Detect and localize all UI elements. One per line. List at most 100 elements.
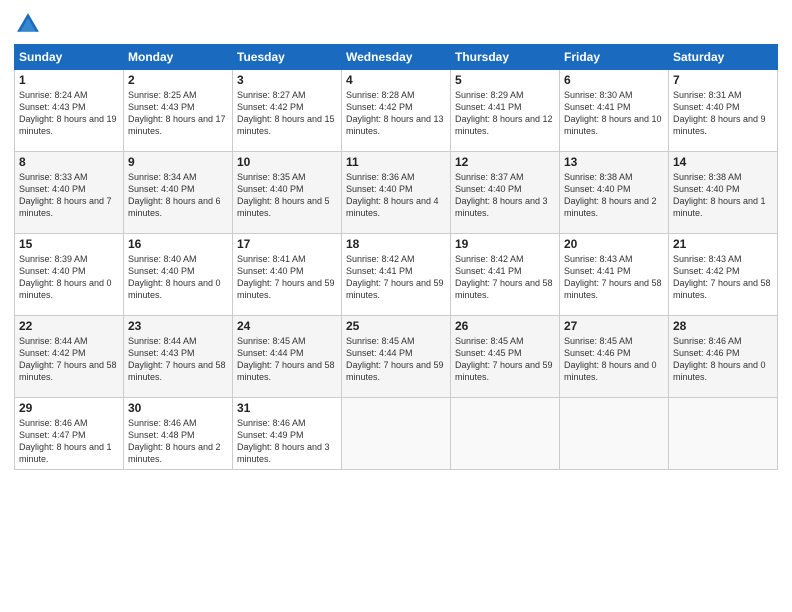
day-info: Sunrise: 8:31 AMSunset: 4:40 PMDaylight:…: [673, 90, 766, 136]
day-number: 19: [455, 237, 555, 251]
day-info: Sunrise: 8:38 AMSunset: 4:40 PMDaylight:…: [673, 172, 766, 218]
day-info: Sunrise: 8:30 AMSunset: 4:41 PMDaylight:…: [564, 90, 662, 136]
calendar-cell: 11 Sunrise: 8:36 AMSunset: 4:40 PMDaylig…: [342, 152, 451, 234]
day-info: Sunrise: 8:45 AMSunset: 4:44 PMDaylight:…: [346, 336, 444, 382]
calendar-cell: 31 Sunrise: 8:46 AMSunset: 4:49 PMDaylig…: [233, 398, 342, 470]
weekday-header-sunday: Sunday: [15, 45, 124, 70]
logo-icon: [14, 10, 42, 38]
calendar-cell: 18 Sunrise: 8:42 AMSunset: 4:41 PMDaylig…: [342, 234, 451, 316]
calendar-cell: 5 Sunrise: 8:29 AMSunset: 4:41 PMDayligh…: [451, 70, 560, 152]
calendar-cell: 29 Sunrise: 8:46 AMSunset: 4:47 PMDaylig…: [15, 398, 124, 470]
calendar-cell: [451, 398, 560, 470]
day-info: Sunrise: 8:43 AMSunset: 4:41 PMDaylight:…: [564, 254, 662, 300]
day-number: 23: [128, 319, 228, 333]
calendar: SundayMondayTuesdayWednesdayThursdayFrid…: [14, 44, 778, 470]
day-info: Sunrise: 8:40 AMSunset: 4:40 PMDaylight:…: [128, 254, 221, 300]
day-number: 20: [564, 237, 664, 251]
day-number: 14: [673, 155, 773, 169]
calendar-cell: 22 Sunrise: 8:44 AMSunset: 4:42 PMDaylig…: [15, 316, 124, 398]
day-number: 15: [19, 237, 119, 251]
day-info: Sunrise: 8:29 AMSunset: 4:41 PMDaylight:…: [455, 90, 553, 136]
calendar-cell: 17 Sunrise: 8:41 AMSunset: 4:40 PMDaylig…: [233, 234, 342, 316]
calendar-cell: 8 Sunrise: 8:33 AMSunset: 4:40 PMDayligh…: [15, 152, 124, 234]
calendar-cell: [342, 398, 451, 470]
day-number: 25: [346, 319, 446, 333]
day-number: 11: [346, 155, 446, 169]
day-info: Sunrise: 8:41 AMSunset: 4:40 PMDaylight:…: [237, 254, 335, 300]
day-info: Sunrise: 8:45 AMSunset: 4:45 PMDaylight:…: [455, 336, 553, 382]
page: SundayMondayTuesdayWednesdayThursdayFrid…: [0, 0, 792, 612]
day-info: Sunrise: 8:27 AMSunset: 4:42 PMDaylight:…: [237, 90, 335, 136]
calendar-cell: 26 Sunrise: 8:45 AMSunset: 4:45 PMDaylig…: [451, 316, 560, 398]
day-number: 21: [673, 237, 773, 251]
day-number: 13: [564, 155, 664, 169]
day-info: Sunrise: 8:44 AMSunset: 4:42 PMDaylight:…: [19, 336, 117, 382]
day-number: 28: [673, 319, 773, 333]
calendar-cell: 20 Sunrise: 8:43 AMSunset: 4:41 PMDaylig…: [560, 234, 669, 316]
calendar-cell: 1 Sunrise: 8:24 AMSunset: 4:43 PMDayligh…: [15, 70, 124, 152]
weekday-header-tuesday: Tuesday: [233, 45, 342, 70]
day-number: 17: [237, 237, 337, 251]
day-number: 4: [346, 73, 446, 87]
day-info: Sunrise: 8:46 AMSunset: 4:46 PMDaylight:…: [673, 336, 766, 382]
day-info: Sunrise: 8:44 AMSunset: 4:43 PMDaylight:…: [128, 336, 226, 382]
day-info: Sunrise: 8:46 AMSunset: 4:47 PMDaylight:…: [19, 418, 112, 464]
calendar-cell: 15 Sunrise: 8:39 AMSunset: 4:40 PMDaylig…: [15, 234, 124, 316]
calendar-cell: [669, 398, 778, 470]
calendar-cell: 9 Sunrise: 8:34 AMSunset: 4:40 PMDayligh…: [124, 152, 233, 234]
day-number: 7: [673, 73, 773, 87]
calendar-cell: 10 Sunrise: 8:35 AMSunset: 4:40 PMDaylig…: [233, 152, 342, 234]
day-number: 16: [128, 237, 228, 251]
day-info: Sunrise: 8:36 AMSunset: 4:40 PMDaylight:…: [346, 172, 439, 218]
header: [14, 10, 778, 38]
day-info: Sunrise: 8:34 AMSunset: 4:40 PMDaylight:…: [128, 172, 221, 218]
logo: [14, 10, 46, 38]
day-number: 27: [564, 319, 664, 333]
calendar-cell: 13 Sunrise: 8:38 AMSunset: 4:40 PMDaylig…: [560, 152, 669, 234]
day-number: 1: [19, 73, 119, 87]
day-info: Sunrise: 8:42 AMSunset: 4:41 PMDaylight:…: [346, 254, 444, 300]
day-number: 10: [237, 155, 337, 169]
weekday-header-friday: Friday: [560, 45, 669, 70]
day-info: Sunrise: 8:43 AMSunset: 4:42 PMDaylight:…: [673, 254, 771, 300]
weekday-header-monday: Monday: [124, 45, 233, 70]
day-number: 3: [237, 73, 337, 87]
day-info: Sunrise: 8:42 AMSunset: 4:41 PMDaylight:…: [455, 254, 553, 300]
day-number: 26: [455, 319, 555, 333]
day-info: Sunrise: 8:37 AMSunset: 4:40 PMDaylight:…: [455, 172, 548, 218]
calendar-cell: [560, 398, 669, 470]
calendar-cell: 3 Sunrise: 8:27 AMSunset: 4:42 PMDayligh…: [233, 70, 342, 152]
calendar-cell: 6 Sunrise: 8:30 AMSunset: 4:41 PMDayligh…: [560, 70, 669, 152]
calendar-cell: 19 Sunrise: 8:42 AMSunset: 4:41 PMDaylig…: [451, 234, 560, 316]
calendar-cell: 30 Sunrise: 8:46 AMSunset: 4:48 PMDaylig…: [124, 398, 233, 470]
calendar-cell: 27 Sunrise: 8:45 AMSunset: 4:46 PMDaylig…: [560, 316, 669, 398]
day-number: 22: [19, 319, 119, 333]
day-number: 5: [455, 73, 555, 87]
calendar-cell: 16 Sunrise: 8:40 AMSunset: 4:40 PMDaylig…: [124, 234, 233, 316]
calendar-cell: 23 Sunrise: 8:44 AMSunset: 4:43 PMDaylig…: [124, 316, 233, 398]
day-number: 30: [128, 401, 228, 415]
weekday-header-saturday: Saturday: [669, 45, 778, 70]
day-number: 29: [19, 401, 119, 415]
day-info: Sunrise: 8:45 AMSunset: 4:46 PMDaylight:…: [564, 336, 657, 382]
day-info: Sunrise: 8:25 AMSunset: 4:43 PMDaylight:…: [128, 90, 226, 136]
calendar-cell: 28 Sunrise: 8:46 AMSunset: 4:46 PMDaylig…: [669, 316, 778, 398]
calendar-cell: 4 Sunrise: 8:28 AMSunset: 4:42 PMDayligh…: [342, 70, 451, 152]
day-info: Sunrise: 8:46 AMSunset: 4:48 PMDaylight:…: [128, 418, 221, 464]
day-info: Sunrise: 8:28 AMSunset: 4:42 PMDaylight:…: [346, 90, 444, 136]
day-number: 12: [455, 155, 555, 169]
day-info: Sunrise: 8:33 AMSunset: 4:40 PMDaylight:…: [19, 172, 112, 218]
day-info: Sunrise: 8:45 AMSunset: 4:44 PMDaylight:…: [237, 336, 335, 382]
calendar-cell: 24 Sunrise: 8:45 AMSunset: 4:44 PMDaylig…: [233, 316, 342, 398]
day-info: Sunrise: 8:46 AMSunset: 4:49 PMDaylight:…: [237, 418, 330, 464]
calendar-cell: 21 Sunrise: 8:43 AMSunset: 4:42 PMDaylig…: [669, 234, 778, 316]
day-info: Sunrise: 8:24 AMSunset: 4:43 PMDaylight:…: [19, 90, 117, 136]
weekday-header-thursday: Thursday: [451, 45, 560, 70]
day-info: Sunrise: 8:38 AMSunset: 4:40 PMDaylight:…: [564, 172, 657, 218]
day-number: 2: [128, 73, 228, 87]
calendar-cell: 7 Sunrise: 8:31 AMSunset: 4:40 PMDayligh…: [669, 70, 778, 152]
day-number: 8: [19, 155, 119, 169]
day-number: 18: [346, 237, 446, 251]
calendar-cell: 14 Sunrise: 8:38 AMSunset: 4:40 PMDaylig…: [669, 152, 778, 234]
day-info: Sunrise: 8:39 AMSunset: 4:40 PMDaylight:…: [19, 254, 112, 300]
